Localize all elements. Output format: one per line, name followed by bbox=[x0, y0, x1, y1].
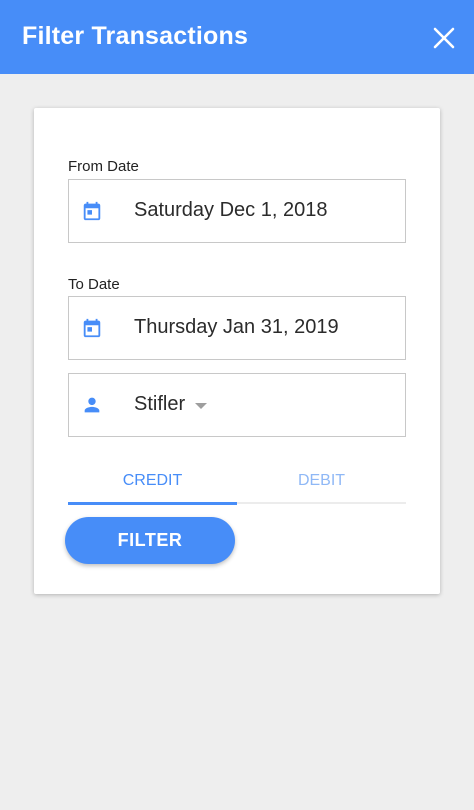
from-date-field[interactable]: Saturday Dec 1, 2018 bbox=[68, 179, 406, 243]
page-title: Filter Transactions bbox=[22, 22, 249, 50]
app-bar: Filter Transactions bbox=[0, 0, 474, 74]
calendar-icon bbox=[83, 201, 101, 221]
calendar-icon bbox=[83, 318, 101, 338]
tab-debit[interactable]: DEBIT bbox=[237, 458, 406, 504]
filter-card: From Date Saturday Dec 1, 2018 To Date T… bbox=[34, 108, 440, 594]
tab-indicator bbox=[68, 502, 237, 505]
transaction-type-tabs: CREDIT DEBIT bbox=[68, 458, 406, 505]
to-date-value: Thursday Jan 31, 2019 bbox=[134, 316, 339, 338]
close-icon bbox=[433, 27, 455, 49]
dropdown-caret-icon[interactable] bbox=[195, 403, 207, 409]
close-button[interactable] bbox=[428, 22, 460, 54]
to-date-label: To Date bbox=[68, 276, 120, 293]
person-icon bbox=[84, 397, 100, 413]
person-value: Stifler bbox=[134, 393, 186, 415]
to-date-field[interactable]: Thursday Jan 31, 2019 bbox=[68, 296, 406, 360]
person-select[interactable]: Stifler bbox=[68, 373, 406, 437]
filter-button[interactable]: FILTER bbox=[65, 517, 235, 564]
from-date-value: Saturday Dec 1, 2018 bbox=[134, 199, 328, 221]
from-date-label: From Date bbox=[68, 158, 139, 175]
tab-credit[interactable]: CREDIT bbox=[68, 458, 237, 504]
